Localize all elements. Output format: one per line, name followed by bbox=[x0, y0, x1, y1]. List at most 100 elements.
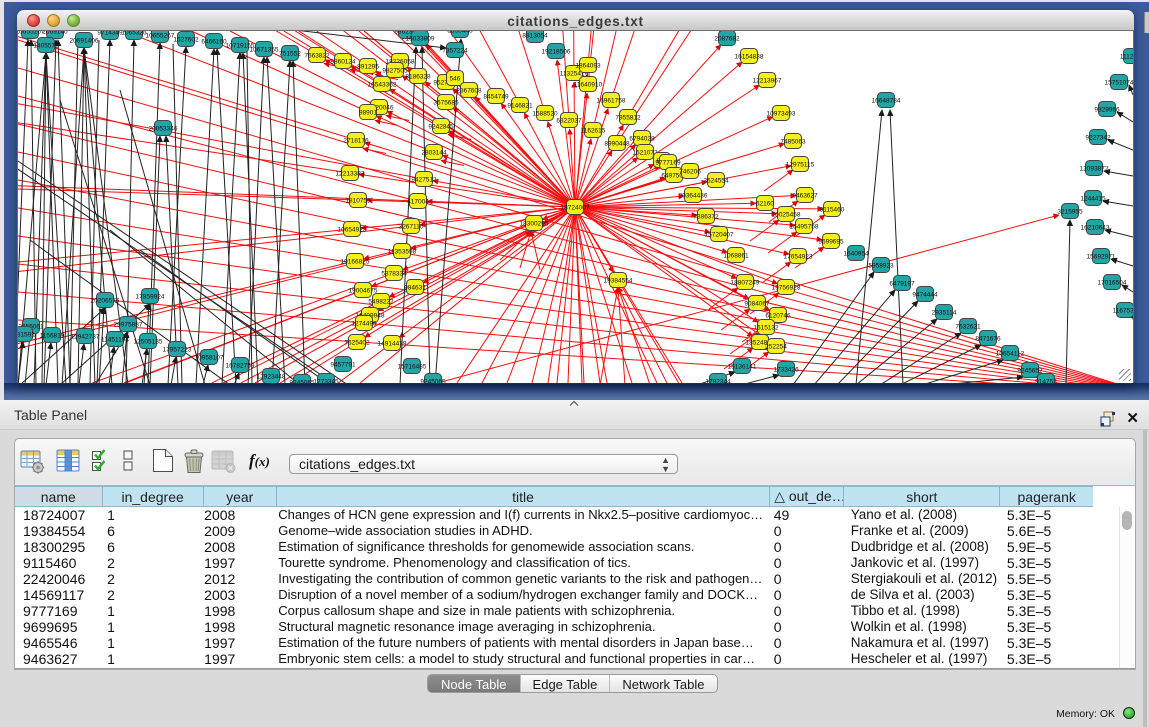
svg-text:1156819: 1156819 bbox=[40, 332, 65, 339]
svg-text:16782759: 16782759 bbox=[226, 362, 255, 369]
svg-text:8813054: 8813054 bbox=[522, 32, 548, 39]
svg-text:14914479: 14914479 bbox=[378, 340, 407, 347]
svg-text:18724007: 18724007 bbox=[561, 204, 590, 211]
svg-text:12505135: 12505135 bbox=[134, 338, 163, 345]
svg-text:12942737: 12942737 bbox=[71, 333, 100, 340]
svg-text:6120746: 6120746 bbox=[765, 312, 791, 319]
svg-text:20364436: 20364436 bbox=[679, 192, 708, 199]
svg-text:19218506: 19218506 bbox=[542, 48, 571, 55]
svg-text:15720407: 15720407 bbox=[705, 231, 734, 238]
svg-text:7386372: 7386372 bbox=[693, 213, 719, 220]
svg-text:8186328: 8186328 bbox=[405, 73, 431, 80]
svg-text:12923448: 12923448 bbox=[257, 373, 286, 380]
svg-text:7663822: 7663822 bbox=[304, 52, 330, 59]
svg-text:2803144: 2803144 bbox=[421, 149, 447, 156]
svg-text:5378334: 5378334 bbox=[381, 270, 407, 277]
svg-text:746206: 746206 bbox=[679, 168, 701, 175]
svg-text:3675685: 3675685 bbox=[433, 99, 459, 106]
svg-text:1640954: 1640954 bbox=[843, 250, 869, 257]
svg-text:1162615: 1162615 bbox=[581, 127, 606, 134]
svg-text:18300295: 18300295 bbox=[520, 220, 549, 227]
svg-text:1273345: 1273345 bbox=[313, 378, 339, 383]
svg-text:12093872: 12093872 bbox=[1080, 165, 1109, 172]
svg-text:9827505: 9827505 bbox=[382, 67, 408, 74]
svg-text:10025458: 10025458 bbox=[772, 211, 801, 218]
svg-text:9777169: 9777169 bbox=[655, 159, 681, 166]
svg-text:15136141: 15136141 bbox=[728, 363, 757, 370]
svg-text:10655267: 10655267 bbox=[18, 31, 45, 35]
svg-text:16154838: 16154838 bbox=[735, 53, 764, 60]
svg-text:19756928: 19756928 bbox=[772, 284, 801, 291]
svg-text:1615132: 1615132 bbox=[753, 324, 779, 331]
svg-text:1527602: 1527602 bbox=[173, 36, 199, 43]
svg-text:417004: 417004 bbox=[407, 198, 429, 205]
svg-text:9457791: 9457791 bbox=[330, 361, 356, 368]
svg-text:20691406: 20691406 bbox=[70, 37, 99, 44]
svg-text:2718176: 2718176 bbox=[343, 137, 369, 144]
svg-text:1864093: 1864093 bbox=[575, 62, 601, 69]
svg-text:9427512: 9427512 bbox=[411, 176, 437, 183]
svg-text:546: 546 bbox=[450, 75, 461, 82]
svg-text:19166825: 19166825 bbox=[341, 258, 370, 265]
svg-text:751552: 751552 bbox=[279, 50, 301, 57]
svg-text:10671355: 10671355 bbox=[250, 46, 279, 53]
svg-text:15692971: 15692971 bbox=[1087, 253, 1116, 260]
svg-text:12213967: 12213967 bbox=[753, 77, 782, 84]
svg-text:9227342: 9227342 bbox=[1085, 134, 1111, 141]
svg-text:18807249: 18807249 bbox=[731, 279, 760, 286]
svg-text:2069140: 2069140 bbox=[42, 31, 68, 35]
svg-text:914753: 914753 bbox=[1035, 378, 1057, 383]
svg-text:3215955: 3215955 bbox=[1057, 208, 1083, 215]
svg-text:11451194: 11451194 bbox=[101, 336, 129, 343]
svg-text:8860124: 8860124 bbox=[330, 58, 356, 65]
svg-text:17016504: 17016504 bbox=[1098, 279, 1127, 286]
svg-text:20206576: 20206576 bbox=[91, 297, 120, 304]
svg-text:1167533: 1167533 bbox=[1113, 307, 1134, 314]
svg-text:11640910: 11640910 bbox=[574, 81, 603, 88]
svg-text:20053346: 20053346 bbox=[149, 125, 178, 132]
svg-text:19384554: 19384554 bbox=[604, 277, 633, 284]
svg-text:98901: 98901 bbox=[359, 109, 377, 116]
svg-text:7955812: 7955812 bbox=[615, 114, 641, 121]
svg-text:16961758: 16961758 bbox=[597, 97, 626, 104]
svg-text:9084067: 9084067 bbox=[744, 300, 770, 307]
svg-text:1588520: 1588520 bbox=[532, 110, 558, 117]
svg-text:1810755: 1810755 bbox=[345, 197, 371, 204]
svg-text:1792344: 1792344 bbox=[705, 378, 731, 383]
svg-text:15716485: 15716485 bbox=[398, 363, 427, 370]
svg-text:6322037: 6322037 bbox=[556, 117, 582, 124]
svg-text:2087682: 2087682 bbox=[714, 35, 740, 42]
svg-text:16543362: 16543362 bbox=[368, 81, 397, 88]
svg-text:7357224: 7357224 bbox=[442, 47, 468, 54]
svg-text:10973493: 10973493 bbox=[767, 110, 796, 117]
svg-text:9474444: 9474444 bbox=[912, 291, 938, 298]
svg-text:7625402: 7625402 bbox=[344, 339, 370, 346]
svg-text:10958107: 10958107 bbox=[195, 354, 224, 361]
svg-text:9699695: 9699695 bbox=[818, 238, 844, 245]
svg-text:11353598: 11353598 bbox=[388, 248, 417, 255]
svg-text:1733426: 1733426 bbox=[773, 366, 799, 373]
svg-text:3267110: 3267110 bbox=[399, 223, 424, 230]
svg-text:15751074: 15751074 bbox=[1105, 79, 1134, 86]
svg-text:9146821: 9146821 bbox=[507, 102, 533, 109]
svg-text:1068861: 1068861 bbox=[723, 252, 749, 259]
svg-text:17859924: 17859924 bbox=[136, 293, 165, 300]
svg-text:891295: 891295 bbox=[357, 63, 379, 70]
svg-text:10655267: 10655267 bbox=[146, 32, 175, 39]
svg-text:331591: 331591 bbox=[18, 331, 35, 338]
svg-text:12975115: 12975115 bbox=[786, 161, 815, 168]
svg-text:9245065: 9245065 bbox=[420, 378, 446, 383]
svg-text:9329966: 9329966 bbox=[1094, 106, 1120, 113]
svg-text:8471676: 8471676 bbox=[975, 335, 1001, 342]
svg-text:10654923: 10654923 bbox=[338, 226, 367, 233]
svg-text:9242845: 9242845 bbox=[428, 123, 454, 130]
svg-text:1065326: 1065326 bbox=[121, 31, 147, 36]
svg-text:5498222: 5498222 bbox=[368, 298, 394, 305]
svg-text:16033809: 16033809 bbox=[406, 35, 435, 42]
svg-text:7632621: 7632621 bbox=[955, 323, 981, 330]
svg-text:9245652: 9245652 bbox=[1017, 367, 1043, 374]
svg-text:2367608: 2367608 bbox=[456, 87, 482, 94]
svg-text:9115460: 9115460 bbox=[820, 206, 845, 213]
svg-text:9714349: 9714349 bbox=[97, 31, 123, 36]
svg-text:19004675: 19004675 bbox=[349, 287, 378, 294]
